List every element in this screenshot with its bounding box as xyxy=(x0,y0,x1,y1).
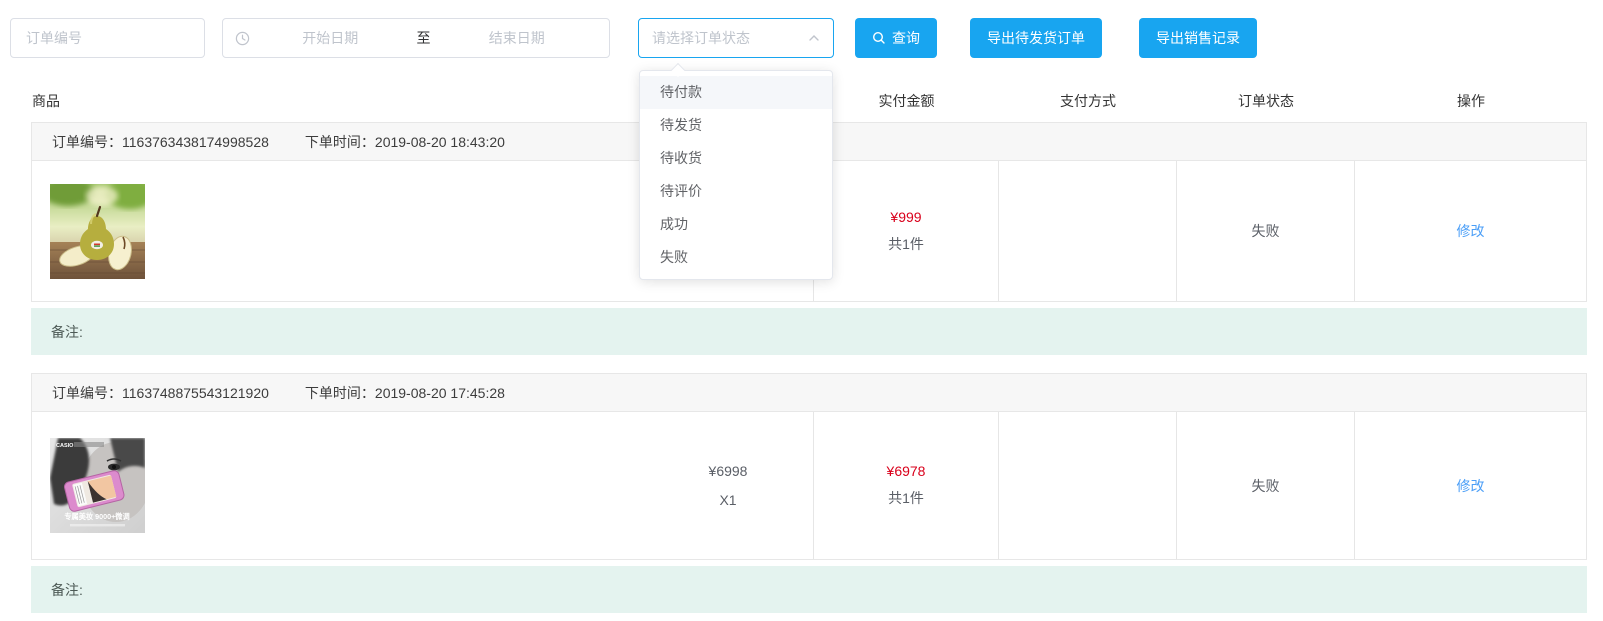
search-icon xyxy=(872,31,886,45)
end-date-placeholder: 结束日期 xyxy=(437,28,598,48)
order-status-placeholder: 请选择订单状态 xyxy=(652,28,750,48)
amount-cell: ¥999 共1件 xyxy=(813,161,998,301)
column-header-action: 操作 xyxy=(1355,91,1587,111)
modify-link[interactable]: 修改 xyxy=(1457,476,1485,496)
order-number-label: 订单编号： xyxy=(52,383,122,403)
export-sales-records-button[interactable]: 导出销售记录 xyxy=(1139,18,1257,58)
remark-bar: 备注: xyxy=(31,308,1587,355)
option-success[interactable]: 成功 xyxy=(640,208,832,241)
search-button-label: 查询 xyxy=(892,28,920,48)
quantity: X1 xyxy=(643,490,813,510)
date-range-picker[interactable]: 开始日期 至 结束日期 xyxy=(222,18,610,58)
order-time-value: 2019-08-20 17:45:28 xyxy=(375,385,505,401)
order-status: 失败 xyxy=(1252,476,1280,496)
clock-icon xyxy=(235,31,250,46)
order-status-select[interactable]: 请选择订单状态 xyxy=(638,18,834,58)
item-count: 共1件 xyxy=(888,234,924,254)
product-cell: CASIO 专属美妆 9000+微调 ¥6998 X1 xyxy=(32,412,813,559)
order-number-value: 1163748875543121920 xyxy=(122,385,269,401)
order-status-select-wrap: 请选择订单状态 待付款 待发货 待收货 待评价 成功 失败 xyxy=(638,18,834,58)
remark-label: 备注: xyxy=(51,322,83,342)
column-header-amount: 实付金额 xyxy=(814,91,999,111)
status-cell: 失败 xyxy=(1176,412,1354,559)
dropdown-arrow xyxy=(671,63,685,77)
order-number-input[interactable] xyxy=(10,18,205,58)
order-number-value: 1163763438174998528 xyxy=(122,134,269,150)
product-image-camera: CASIO 专属美妆 9000+微调 xyxy=(50,438,145,533)
amount-cell: ¥6978 共1件 xyxy=(813,412,998,559)
action-cell: 修改 xyxy=(1354,161,1586,301)
date-range-separator: 至 xyxy=(411,28,437,48)
option-pending-payment[interactable]: 待付款 xyxy=(640,76,832,109)
column-header-payment: 支付方式 xyxy=(999,91,1177,111)
remark-label: 备注: xyxy=(51,580,83,600)
unit-price: ¥6998 xyxy=(643,461,813,481)
order-status-dropdown: 待付款 待发货 待收货 待评价 成功 失败 xyxy=(639,70,833,280)
unit-price-block: ¥6998 X1 xyxy=(643,461,813,510)
action-cell: 修改 xyxy=(1354,412,1586,559)
order-time-label: 下单时间： xyxy=(305,132,375,152)
product-brand-text: CASIO xyxy=(56,443,74,449)
modify-link[interactable]: 修改 xyxy=(1457,221,1485,241)
order-status: 失败 xyxy=(1252,221,1280,241)
payment-cell xyxy=(998,412,1176,559)
order-header: 订单编号： 1163748875543121920 下单时间： 2019-08-… xyxy=(32,374,1586,412)
option-pending-receipt[interactable]: 待收货 xyxy=(640,142,832,175)
order-row: CASIO 专属美妆 9000+微调 ¥6998 X1 ¥6978 共1件 失败 xyxy=(32,412,1586,559)
option-failed[interactable]: 失败 xyxy=(640,241,832,274)
payment-cell xyxy=(998,161,1176,301)
chevron-up-icon xyxy=(808,32,820,44)
search-button[interactable]: 查询 xyxy=(855,18,937,58)
paid-amount: ¥999 xyxy=(890,209,921,225)
option-pending-review[interactable]: 待评价 xyxy=(640,175,832,208)
export-pending-orders-button[interactable]: 导出待发货订单 xyxy=(970,18,1102,58)
remark-bar: 备注: xyxy=(31,566,1587,613)
product-caption-text: 专属美妆 9000+微调 xyxy=(64,512,129,521)
order-time-label: 下单时间： xyxy=(305,383,375,403)
start-date-placeholder: 开始日期 xyxy=(250,28,411,48)
order-time-value: 2019-08-20 18:43:20 xyxy=(375,134,505,150)
option-pending-shipment[interactable]: 待发货 xyxy=(640,109,832,142)
product-image-pear xyxy=(50,184,145,279)
order-card: 订单编号： 1163748875543121920 下单时间： 2019-08-… xyxy=(31,373,1587,560)
column-header-status: 订单状态 xyxy=(1177,91,1355,111)
paid-amount: ¥6978 xyxy=(887,463,926,479)
order-number-label: 订单编号： xyxy=(52,132,122,152)
filter-bar: 开始日期 至 结束日期 请选择订单状态 待付款 待发货 待收货 待评价 成功 失… xyxy=(10,18,1587,58)
status-cell: 失败 xyxy=(1176,161,1354,301)
item-count: 共1件 xyxy=(888,488,924,508)
